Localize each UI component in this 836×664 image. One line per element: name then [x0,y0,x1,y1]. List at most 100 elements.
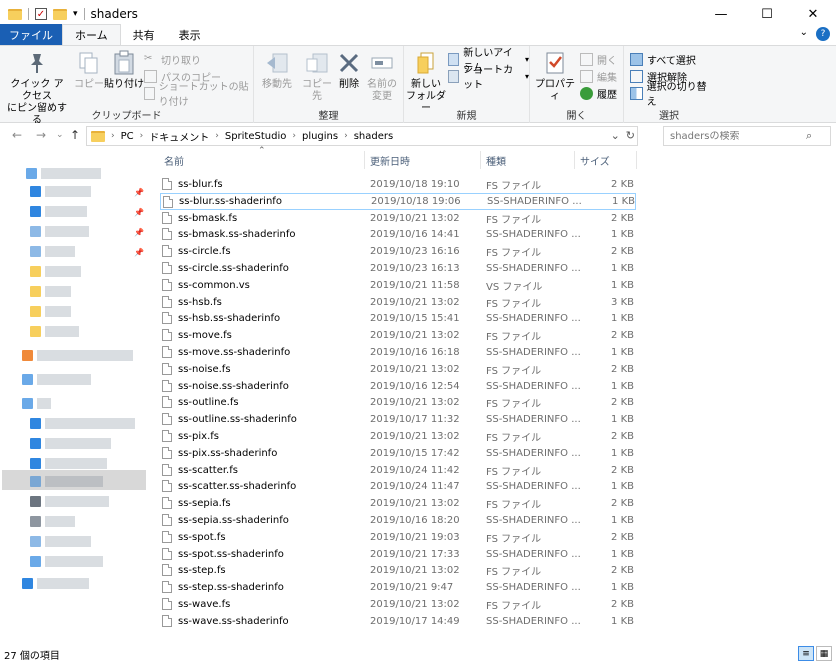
address-bar[interactable]: › PC › ドキュメント › SpriteStudio › plugins ›… [86,126,638,146]
sidebar-item[interactable] [22,372,91,386]
properties-check-icon[interactable]: ✓ [35,8,47,20]
back-arrow-icon[interactable]: ← [12,128,22,142]
address-dropdown-icon[interactable]: ⌄ [611,129,620,142]
breadcrumb-pc[interactable]: PC [121,131,134,142]
search-input[interactable] [670,130,800,142]
chevron-down-icon[interactable]: ⌄ [800,27,808,41]
table-row[interactable]: ss-common.vs 2019/10/21 11:58 VS ファイル 1 KB [160,277,636,294]
delete-button[interactable]: 削除 [336,49,362,91]
large-icons-view-icon[interactable]: ▦ [816,646,832,661]
invert-selection-button[interactable]: 選択の切り替え [630,82,714,108]
edit-button[interactable]: 編集 [580,68,617,84]
tab-file[interactable]: ファイル [0,24,62,45]
table-row[interactable]: ss-step.fs 2019/10/21 13:02 FS ファイル 2 KB [160,562,636,579]
breadcrumb-spritestudio[interactable]: SpriteStudio [225,131,287,142]
shortcut-icon [448,69,460,83]
sidebar-item[interactable] [30,494,109,508]
folder-icon [91,130,105,142]
tab-view[interactable]: 表示 [167,24,213,45]
column-size[interactable]: サイズ [580,153,610,168]
table-row[interactable]: ss-bmask.ss-shaderinfo 2019/10/16 14:41 SS… [160,226,636,243]
sidebar-item[interactable] [30,554,103,568]
sidebar-item[interactable] [30,436,111,450]
up-arrow-icon[interactable]: ↑ [70,128,80,142]
sidebar-item[interactable] [30,284,71,298]
table-row[interactable]: ss-circle.ss-shaderinfo 2019/10/23 16:13 S… [160,260,636,277]
tab-home[interactable]: ホーム [62,24,121,45]
move-to-button[interactable]: 移動先 [258,49,296,91]
file-date: 2019/10/15 15:41 [370,313,460,325]
table-row[interactable]: ss-scatter.ss-shaderinfo 2019/10/24 11:47… [160,478,636,495]
file-type: SS-SHADERINFO ... [486,447,581,459]
search-icon[interactable]: ⌕ [806,129,812,143]
open-button[interactable]: 開く [580,51,617,67]
column-name[interactable]: 名前 [164,153,184,168]
table-row[interactable]: ss-blur.ss-shaderinfo 2019/10/18 19:06 SS-… [160,192,636,210]
table-row[interactable]: ss-pix.ss-shaderinfo 2019/10/15 17:42 SS-S… [160,445,636,462]
table-row[interactable]: ss-spot.ss-shaderinfo 2019/10/21 17:33 SS-… [160,546,636,563]
details-view-icon[interactable]: ≡ [798,646,814,661]
breadcrumb-documents[interactable]: ドキュメント [149,129,209,144]
column-type[interactable]: 種類 [486,153,506,168]
table-row[interactable]: ss-step.ss-shaderinfo 2019/10/21 9:47 SS-S… [160,579,636,596]
breadcrumb-plugins[interactable]: plugins [302,131,338,142]
sidebar-item[interactable] [30,204,87,218]
refresh-icon[interactable]: ↻ [626,129,635,142]
sidebar-item[interactable] [22,348,133,362]
table-row[interactable]: ss-outline.fs 2019/10/21 13:02 FS ファイル 2 KB [160,394,636,411]
new-folder-button[interactable]: 新しい フォルダー [406,49,446,115]
table-row[interactable]: ss-pix.fs 2019/10/21 13:02 FS ファイル 2 KB [160,428,636,445]
sidebar-item[interactable] [30,474,103,488]
column-date[interactable]: 更新日時 [370,153,410,168]
table-row[interactable]: ss-circle.fs 2019/10/23 16:16 FS ファイル 2 KB [160,243,636,260]
table-row[interactable]: ss-scatter.fs 2019/10/24 11:42 FS ファイル 2 KB [160,462,636,479]
recent-dropdown-icon[interactable]: ⌄ [56,130,64,140]
sidebar-item[interactable] [26,166,101,180]
table-row[interactable]: ss-bmask.fs 2019/10/21 13:02 FS ファイル 2 KB [160,210,636,227]
sidebar-item[interactable] [30,304,71,318]
sidebar-item[interactable] [22,396,51,410]
sidebar-item[interactable] [30,264,81,278]
cut-button[interactable]: ✂ 切り取り [144,51,201,67]
history-button[interactable]: 履歴 [580,85,617,101]
table-row[interactable]: ss-sepia.fs 2019/10/21 13:02 FS ファイル 2 KB [160,495,636,512]
sidebar-item[interactable] [30,224,89,238]
sidebar-item[interactable] [30,184,91,198]
table-row[interactable]: ss-wave.fs 2019/10/21 13:02 FS ファイル 2 KB [160,596,636,613]
file-date: 2019/10/21 13:02 [370,431,460,442]
table-row[interactable]: ss-blur.fs 2019/10/18 19:10 FS ファイル 2 KB [160,176,636,193]
sidebar-item[interactable] [30,244,75,258]
search-box[interactable]: ⌕ [663,126,831,146]
easy-access-button[interactable]: ショートカット ▾ [448,65,529,91]
table-row[interactable]: ss-sepia.ss-shaderinfo 2019/10/16 18:20 SS… [160,512,636,529]
sidebar-item[interactable] [30,514,75,528]
table-row[interactable]: ss-wave.ss-shaderinfo 2019/10/17 14:49 SS-… [160,613,636,630]
tab-share[interactable]: 共有 [121,24,167,45]
table-row[interactable]: ss-move.ss-shaderinfo 2019/10/16 16:18 SS-… [160,344,636,361]
table-row[interactable]: ss-outline.ss-shaderinfo 2019/10/17 11:32… [160,411,636,428]
table-row[interactable]: ss-noise.fs 2019/10/21 13:02 FS ファイル 2 KB [160,361,636,378]
help-icon[interactable]: ? [816,27,830,41]
paste-shortcut-button[interactable]: ショートカットの貼り付け [144,82,253,108]
sidebar-item[interactable] [30,324,79,338]
table-row[interactable]: ss-noise.ss-shaderinfo 2019/10/16 12:54 SS… [160,378,636,395]
properties-button[interactable]: プロパティ [534,49,576,103]
breadcrumb-shaders[interactable]: shaders [354,131,394,142]
new-folder-quick-icon[interactable] [53,8,67,20]
copy-to-button[interactable]: コピー先 [298,49,336,103]
table-row[interactable]: ss-move.fs 2019/10/21 13:02 FS ファイル 2 KB [160,327,636,344]
sidebar-item[interactable] [30,534,91,548]
sidebar-item[interactable] [22,576,89,590]
file-type: SS-SHADERINFO ... [486,263,581,274]
copy-button[interactable]: コピー [74,49,104,91]
table-row[interactable]: ss-hsb.fs 2019/10/21 13:02 FS ファイル 3 KB [160,294,636,311]
select-all-button[interactable]: すべて選択 [630,51,696,67]
quick-access-dropdown-icon[interactable]: ▾ [73,9,78,19]
table-row[interactable]: ss-hsb.ss-shaderinfo 2019/10/15 15:41 SS-S… [160,310,636,327]
table-row[interactable]: ss-spot.fs 2019/10/21 19:03 FS ファイル 2 KB [160,529,636,546]
forward-arrow-icon[interactable]: → [36,128,46,142]
sidebar-item[interactable] [30,416,135,430]
sidebar-item[interactable] [30,456,107,470]
paste-button[interactable]: 貼り付け [104,49,144,91]
rename-button[interactable]: 名前の 変更 [364,49,400,103]
